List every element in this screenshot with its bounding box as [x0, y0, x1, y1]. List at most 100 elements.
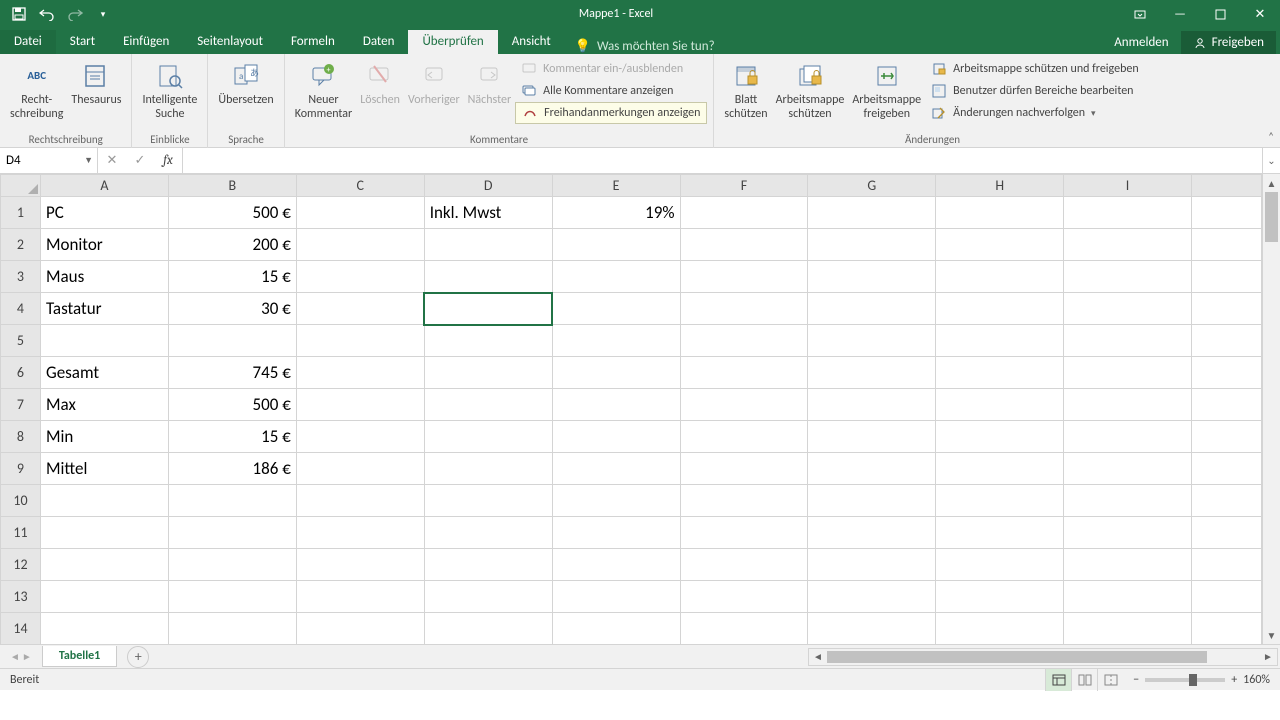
cell[interactable]: [296, 453, 424, 485]
cell[interactable]: [680, 453, 808, 485]
cell[interactable]: [680, 197, 808, 229]
cell[interactable]: [1192, 485, 1262, 517]
cell[interactable]: Mittel: [40, 453, 168, 485]
track-changes-button[interactable]: Änderungen nachverfolgen ▾: [925, 102, 1145, 124]
cell[interactable]: [552, 389, 680, 421]
cell[interactable]: Gesamt: [40, 357, 168, 389]
sheet-tab-1[interactable]: Tabelle1: [42, 646, 117, 667]
cell[interactable]: [680, 325, 808, 357]
zoom-out-icon[interactable]: −: [1133, 673, 1139, 687]
cell[interactable]: [424, 293, 552, 325]
cell[interactable]: [680, 485, 808, 517]
row-header[interactable]: 7: [1, 389, 41, 421]
row-header[interactable]: 10: [1, 485, 41, 517]
cell[interactable]: [1064, 549, 1192, 581]
col-header[interactable]: C: [296, 175, 424, 197]
scroll-thumb[interactable]: [1265, 192, 1278, 242]
cell[interactable]: [1192, 197, 1262, 229]
cell[interactable]: [936, 485, 1064, 517]
cell[interactable]: [936, 517, 1064, 549]
scroll-left-icon[interactable]: ◄: [809, 650, 827, 663]
spreadsheet-grid[interactable]: A B C D E F G H I 1PC500 €Inkl. Mwst19%2…: [0, 174, 1262, 644]
cell[interactable]: [424, 581, 552, 613]
scroll-up-icon[interactable]: ▲: [1263, 174, 1280, 192]
normal-view-icon[interactable]: [1045, 669, 1071, 691]
protect-sheet-button[interactable]: Blatt schützen: [720, 58, 771, 124]
cell[interactable]: [1064, 325, 1192, 357]
cell[interactable]: 19%: [552, 197, 680, 229]
cell[interactable]: [1064, 293, 1192, 325]
cell[interactable]: [808, 421, 936, 453]
select-all-corner[interactable]: [1, 175, 41, 197]
cell[interactable]: [1192, 421, 1262, 453]
redo-icon[interactable]: [66, 5, 84, 23]
cell[interactable]: [424, 517, 552, 549]
cell[interactable]: [808, 197, 936, 229]
cell[interactable]: [552, 485, 680, 517]
page-break-view-icon[interactable]: [1097, 669, 1123, 691]
scroll-right-icon[interactable]: ►: [1259, 650, 1277, 663]
cell[interactable]: [424, 229, 552, 261]
row-header[interactable]: 13: [1, 581, 41, 613]
cell[interactable]: [296, 485, 424, 517]
cell[interactable]: [552, 357, 680, 389]
expand-formula-icon[interactable]: ⌄: [1262, 148, 1280, 173]
cell[interactable]: [1064, 485, 1192, 517]
row-header[interactable]: 6: [1, 357, 41, 389]
cell[interactable]: [808, 485, 936, 517]
cell[interactable]: [680, 517, 808, 549]
cell[interactable]: [296, 517, 424, 549]
cell[interactable]: [936, 261, 1064, 293]
cell[interactable]: [1064, 261, 1192, 293]
cell[interactable]: 15 €: [168, 421, 296, 453]
zoom-in-icon[interactable]: +: [1231, 673, 1237, 687]
tab-daten[interactable]: Daten: [349, 30, 409, 54]
tab-einfuegen[interactable]: Einfügen: [109, 30, 183, 54]
cell[interactable]: [296, 357, 424, 389]
cell[interactable]: [424, 421, 552, 453]
cell[interactable]: [296, 261, 424, 293]
cell[interactable]: [680, 261, 808, 293]
cell[interactable]: [1192, 261, 1262, 293]
row-header[interactable]: 11: [1, 517, 41, 549]
cell[interactable]: [680, 389, 808, 421]
cell[interactable]: [552, 549, 680, 581]
cell[interactable]: [680, 229, 808, 261]
cell[interactable]: Maus: [40, 261, 168, 293]
cell[interactable]: [936, 357, 1064, 389]
smart-lookup-button[interactable]: Intelligente Suche: [138, 58, 201, 124]
show-all-comments-button[interactable]: Alle Kommentare anzeigen: [515, 80, 707, 102]
cell[interactable]: [168, 581, 296, 613]
cell[interactable]: [808, 389, 936, 421]
cell[interactable]: [168, 549, 296, 581]
cell[interactable]: [1192, 549, 1262, 581]
cell[interactable]: [808, 261, 936, 293]
cell[interactable]: [1192, 581, 1262, 613]
cell[interactable]: [296, 229, 424, 261]
new-comment-button[interactable]: + Neuer Kommentar: [291, 58, 357, 124]
cell[interactable]: [1192, 293, 1262, 325]
row-header[interactable]: 3: [1, 261, 41, 293]
cell[interactable]: [296, 613, 424, 645]
vertical-scrollbar[interactable]: ▲ ▼: [1262, 174, 1280, 644]
cell[interactable]: [936, 453, 1064, 485]
maximize-icon[interactable]: [1200, 0, 1240, 28]
cell[interactable]: [680, 549, 808, 581]
cell[interactable]: [936, 421, 1064, 453]
row-header[interactable]: 12: [1, 549, 41, 581]
tab-datei[interactable]: Datei: [0, 30, 56, 54]
share-button[interactable]: Freigeben: [1181, 31, 1276, 54]
show-ink-button[interactable]: Freihandanmerkungen anzeigen: [515, 102, 707, 124]
cell[interactable]: PC: [40, 197, 168, 229]
cell[interactable]: [808, 325, 936, 357]
cell[interactable]: [1192, 453, 1262, 485]
cell[interactable]: [1192, 357, 1262, 389]
cell[interactable]: [424, 261, 552, 293]
cancel-formula-icon[interactable]: ✕: [98, 153, 126, 168]
zoom-level[interactable]: 160%: [1243, 673, 1270, 687]
cell[interactable]: [936, 293, 1064, 325]
col-header[interactable]: G: [808, 175, 936, 197]
cell[interactable]: [680, 581, 808, 613]
cell[interactable]: Min: [40, 421, 168, 453]
tab-seitenlayout[interactable]: Seitenlayout: [183, 30, 277, 54]
